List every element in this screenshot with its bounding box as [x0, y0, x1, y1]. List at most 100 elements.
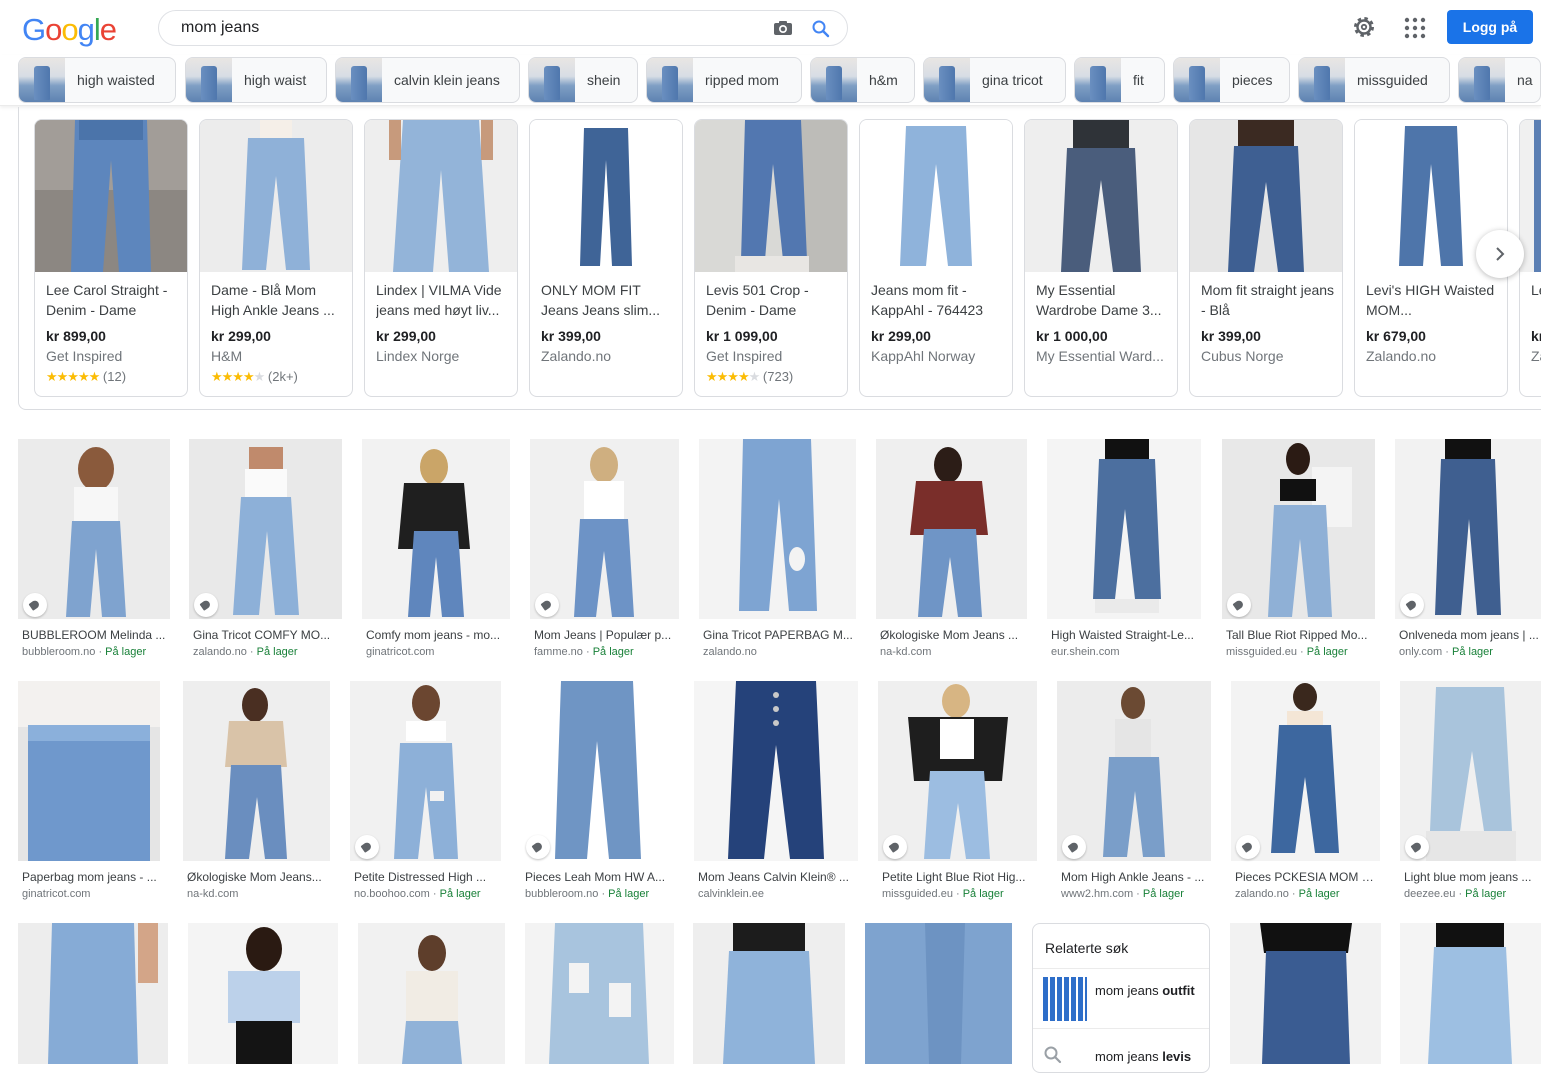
product-card[interactable]: Lee Carol Straight - Denim - Dame kr 899… — [34, 119, 188, 397]
chip-label: calvin klein jeans — [394, 72, 500, 88]
product-card[interactable]: Jeans mom fit - KappAhl - 764423 kr 299,… — [859, 119, 1013, 397]
result-image — [1047, 439, 1201, 619]
rating-count: (723) — [762, 369, 794, 384]
chip-high-waisted[interactable]: high waisted — [18, 57, 176, 103]
shopping-carousel: Lee Carol Straight - Denim - Dame kr 899… — [18, 107, 1541, 410]
chip-label: pieces — [1232, 72, 1273, 88]
result-source: bubbleroom.no · På lager — [525, 888, 650, 900]
shopping-tag-icon — [1405, 835, 1429, 859]
product-card[interactable]: Levis 501 Crop - Denim - Dame kr 1 099,0… — [694, 119, 848, 397]
product-price: kr 399,00 — [541, 328, 601, 344]
result-title: Comfy mom jeans - mo... — [366, 628, 501, 642]
product-image — [860, 120, 1012, 272]
product-price: kr — [1531, 328, 1541, 344]
result-image — [362, 439, 510, 619]
product-title: Jeans mom fit - KappAhl - 764423 — [871, 282, 984, 318]
related-search-item[interactable]: mom jeans levis — [1033, 1028, 1209, 1072]
chip-thumbnail — [647, 58, 693, 102]
product-card[interactable]: Lindex | VILMA Vide jeans med høyt liv..… — [364, 119, 518, 397]
chip-label: h&m — [869, 72, 898, 88]
product-card[interactable]: Dame - Blå Mom High Ankle Jeans ... kr 2… — [199, 119, 353, 397]
chip-pieces[interactable]: pieces — [1173, 57, 1290, 103]
chip-gina-tricot[interactable]: gina tricot — [923, 57, 1066, 103]
shopping-tag-icon — [1227, 593, 1251, 617]
product-price: kr 1 000,00 — [1036, 328, 1108, 344]
chip-missguided[interactable]: missguided — [1298, 57, 1450, 103]
result-source: no.boohoo.com · På lager — [354, 888, 481, 900]
result-image — [525, 923, 674, 1064]
product-rating: ★★★★★ (2k+) — [211, 369, 298, 385]
result-image — [183, 681, 330, 861]
google-logo[interactable]: Google — [22, 12, 117, 48]
chip-shein[interactable]: shein — [528, 57, 638, 103]
header: Google Logg på — [0, 0, 1541, 54]
gear-icon[interactable] — [1352, 15, 1376, 39]
result-source: ginatricot.com — [22, 888, 91, 900]
camera-icon[interactable] — [773, 20, 793, 36]
chip-fit[interactable]: fit — [1074, 57, 1165, 103]
chip-partial[interactable]: na — [1458, 57, 1541, 103]
product-store: KappAhl Norway — [871, 348, 976, 364]
result-source: na-kd.com — [187, 888, 239, 900]
search-input[interactable] — [179, 18, 743, 38]
related-searches-title: Relaterte søk — [1045, 940, 1129, 956]
result-title: Mom Jeans Calvin Klein® ... — [698, 870, 849, 884]
result-title: Paperbag mom jeans - ... — [22, 870, 157, 884]
product-price: kr 299,00 — [376, 328, 436, 344]
result-image — [693, 923, 845, 1064]
product-image — [695, 120, 847, 272]
login-button[interactable]: Logg på — [1447, 10, 1533, 44]
chip-hm[interactable]: h&m — [810, 57, 915, 103]
result-image — [1400, 923, 1541, 1064]
result-source: zalando.no — [703, 646, 757, 658]
result-image — [350, 681, 501, 861]
result-source: www2.hm.com · På lager — [1061, 888, 1184, 900]
result-image — [358, 923, 505, 1064]
shopping-tag-icon — [1400, 593, 1424, 617]
result-image — [699, 439, 856, 619]
product-store: Lindex Norge — [376, 348, 460, 364]
product-title: Lindex | VILMA Vide jeans med høyt liv..… — [376, 282, 502, 318]
chip-high-waist[interactable]: high waist — [185, 57, 327, 103]
chip-thumbnail — [19, 58, 65, 102]
product-price: kr 679,00 — [1366, 328, 1426, 344]
chip-thumbnail — [529, 58, 575, 102]
search-icon[interactable] — [811, 19, 831, 39]
result-title: BUBBLEROOM Melinda ... — [22, 628, 166, 642]
product-image — [1190, 120, 1342, 272]
product-image — [365, 120, 517, 272]
carousel-next-button[interactable] — [1476, 230, 1524, 278]
chip-thumbnail — [1174, 58, 1220, 102]
product-title: Levis 501 Crop - Denim - Dame — [706, 282, 809, 318]
chip-label: shein — [587, 72, 621, 88]
result-source: only.com · På lager — [1399, 646, 1493, 658]
product-card[interactable]: Mom fit straight jeans - Blå kr 399,00 C… — [1189, 119, 1343, 397]
product-title: My Essential Wardrobe Dame 3... — [1036, 282, 1162, 318]
shopping-tag-icon — [535, 593, 559, 617]
related-search-label: mom jeans out­fit — [1095, 983, 1195, 998]
result-source: zalando.no · På lager — [1235, 888, 1340, 900]
product-image — [35, 120, 187, 272]
shopping-tag-icon — [1236, 835, 1260, 859]
chip-label: fit — [1133, 72, 1144, 88]
apps-grid-icon[interactable] — [1404, 17, 1426, 39]
product-card[interactable]: My Essential Wardrobe Dame 3... kr 1 000… — [1024, 119, 1178, 397]
star-rating-icon: ★★★★★ — [706, 369, 760, 384]
result-title: Økologiske Mom Jeans... — [187, 870, 322, 884]
chip-thumbnail — [811, 58, 857, 102]
product-card[interactable]: ONLY MOM FIT Jeans Jeans slim... kr 399,… — [529, 119, 683, 397]
result-source: missguided.eu · På lager — [882, 888, 1004, 900]
chip-calvin-klein-jeans[interactable]: calvin klein jeans — [335, 57, 520, 103]
result-title: Petite Distressed High ... — [354, 870, 487, 884]
product-store: H&M — [211, 348, 243, 364]
product-store: Zalando.no — [541, 348, 612, 364]
product-image — [200, 120, 352, 272]
result-image — [189, 439, 342, 619]
result-image — [694, 681, 858, 861]
related-chips-bar: high waisted high waist calvin klein jea… — [0, 55, 1541, 106]
product-title: ONLY MOM FIT Jeans Jeans slim... — [541, 282, 661, 318]
result-image — [18, 439, 170, 619]
chip-ripped-mom[interactable]: ripped mom — [646, 57, 802, 103]
related-search-item[interactable]: mom jeans out­fit — [1033, 968, 1209, 1029]
star-rating-icon: ★★★★★ — [46, 369, 100, 384]
